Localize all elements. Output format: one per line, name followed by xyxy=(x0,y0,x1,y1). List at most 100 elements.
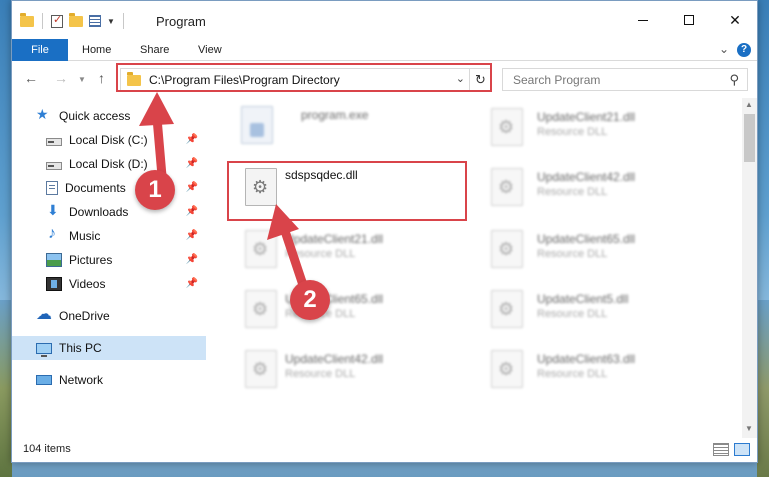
sidebar-item-downloads[interactable]: Downloads 📌 xyxy=(12,200,206,224)
sidebar-item-quick-access[interactable]: Quick access xyxy=(12,104,206,128)
file-item[interactable]: ⚙ UpdateClient21.dll Resource DLL xyxy=(485,102,715,158)
file-item[interactable]: ⚙ UpdateClient65.dll Resource DLL xyxy=(239,284,469,340)
help-icon[interactable]: ? xyxy=(737,43,751,57)
pin-icon[interactable]: 📌 xyxy=(186,278,198,289)
search-icon[interactable]: ⚲ xyxy=(729,72,739,88)
tab-home[interactable]: Home xyxy=(82,39,111,61)
scroll-up-arrow-icon[interactable]: ▲ xyxy=(745,100,753,109)
title-divider xyxy=(122,13,124,29)
sidebar-item-this-pc[interactable]: This PC xyxy=(12,336,206,360)
pin-icon[interactable]: 📌 xyxy=(186,206,198,217)
sidebar-item-documents[interactable]: Documents 📌 xyxy=(12,176,206,200)
sidebar-item-label: Local Disk (D:) xyxy=(69,157,148,171)
executable-icon xyxy=(241,106,273,144)
sidebar-item-label: This PC xyxy=(59,341,102,355)
file-type: Resource DLL xyxy=(537,248,608,260)
file-list: program.exe ⚙ sdspsqdec.dll ⚙ UpdateClie… xyxy=(207,98,742,438)
close-icon: ✕ xyxy=(729,11,741,28)
up-arrow-icon[interactable]: ↑ xyxy=(98,70,105,86)
dll-file-icon: ⚙ xyxy=(245,230,277,268)
recent-locations-chevron-icon[interactable]: ▼ xyxy=(78,75,86,84)
search-box[interactable]: Search Program ⚲ xyxy=(502,68,748,91)
sidebar-item-local-disk-d[interactable]: Local Disk (D:) 📌 xyxy=(12,152,206,176)
item-count: 104 items xyxy=(23,443,71,455)
gear-icon: ⚙ xyxy=(498,359,515,379)
minimize-button[interactable] xyxy=(620,1,666,39)
videos-icon xyxy=(46,277,62,291)
file-name: program.exe xyxy=(301,108,369,122)
toolbar-divider xyxy=(42,13,43,29)
sidebar-item-label: Pictures xyxy=(69,253,113,267)
customize-toolbar-chevron-icon[interactable]: ▼ xyxy=(107,17,115,26)
sidebar-item-videos[interactable]: Videos 📌 xyxy=(12,272,206,296)
file-name: UpdateClient21.dll xyxy=(537,110,636,124)
forward-arrow-icon[interactable]: → xyxy=(54,70,68,86)
file-item[interactable]: ⚙ UpdateClient65.dll Resource DLL xyxy=(485,224,715,280)
file-name: UpdateClient63.dll xyxy=(537,352,636,366)
sidebar-item-label: Music xyxy=(69,229,101,243)
file-item[interactable]: ⚙ UpdateClient42.dll Resource DLL xyxy=(239,344,469,400)
sidebar-item-music[interactable]: Music 📌 xyxy=(12,224,206,248)
maximize-button[interactable] xyxy=(666,1,712,39)
gear-icon: ⚙ xyxy=(252,239,269,259)
search-input[interactable]: Search Program xyxy=(513,73,600,87)
sidebar-item-onedrive[interactable]: OneDrive xyxy=(12,304,206,328)
gear-icon: ⚙ xyxy=(252,359,269,379)
expand-ribbon-chevron-icon[interactable]: ⌄ xyxy=(719,42,729,56)
dll-file-icon: ⚙ xyxy=(491,230,523,268)
details-view-icon[interactable] xyxy=(713,443,729,456)
new-folder-icon[interactable] xyxy=(69,12,83,27)
minimize-icon xyxy=(638,19,648,21)
scroll-thumb[interactable] xyxy=(744,114,755,162)
file-type: Resource DLL xyxy=(285,248,356,260)
close-button[interactable]: ✕ xyxy=(712,1,758,39)
properties-icon[interactable] xyxy=(89,15,101,27)
dll-file-icon: ⚙ xyxy=(491,350,523,388)
sidebar-item-local-disk-c[interactable]: Local Disk (C:) 📌 xyxy=(12,128,206,152)
desktop-wallpaper-right xyxy=(757,300,769,477)
pin-icon[interactable]: 📌 xyxy=(186,254,198,265)
gear-icon: ⚙ xyxy=(498,117,515,137)
file-item[interactable]: program.exe xyxy=(235,100,465,156)
file-type: Resource DLL xyxy=(537,308,608,320)
quick-access-toolbar: ▼ xyxy=(20,12,126,29)
onedrive-icon xyxy=(36,304,52,324)
tab-share[interactable]: Share xyxy=(140,39,169,61)
file-item[interactable]: ⚙ UpdateClient42.dll Resource DLL xyxy=(485,162,715,218)
title-bar: ▼ Program ✕ xyxy=(12,1,757,39)
file-type: Resource DLL xyxy=(537,126,608,138)
properties-check-icon[interactable] xyxy=(51,13,63,28)
network-icon xyxy=(36,375,52,385)
maximize-icon xyxy=(684,15,694,25)
sidebar-item-pictures[interactable]: Pictures 📌 xyxy=(12,248,206,272)
sidebar-item-network[interactable]: Network xyxy=(12,368,206,392)
sidebar-item-label: Downloads xyxy=(69,205,129,219)
dll-file-icon: ⚙ xyxy=(245,290,277,328)
ribbon-tabs: File Home Share View ⌄ ? xyxy=(12,39,757,61)
navigation-pane: Quick access Local Disk (C:) 📌 Local Dis… xyxy=(12,98,206,438)
tab-view[interactable]: View xyxy=(198,39,222,61)
pin-icon[interactable]: 📌 xyxy=(186,134,198,145)
pin-icon[interactable]: 📌 xyxy=(186,158,198,169)
callout-badge-2: 2 xyxy=(290,280,330,320)
dll-file-icon: ⚙ xyxy=(491,290,523,328)
file-item[interactable]: ⚙ UpdateClient63.dll Resource DLL xyxy=(485,344,715,400)
back-arrow-icon[interactable]: ← xyxy=(24,70,38,86)
sidebar-item-label: OneDrive xyxy=(59,309,110,323)
sidebar-item-label: Videos xyxy=(69,277,106,291)
file-item[interactable]: ⚙ UpdateClient21.dll Resource DLL xyxy=(239,224,469,280)
pin-icon[interactable]: 📌 xyxy=(186,230,198,241)
file-item[interactable]: ⚙ UpdateClient5.dll Resource DLL xyxy=(485,284,715,340)
large-icons-view-icon[interactable] xyxy=(734,443,750,456)
pin-icon[interactable]: 📌 xyxy=(186,182,198,193)
sidebar-item-label: Local Disk (C:) xyxy=(69,133,148,147)
dll-file-icon: ⚙ xyxy=(491,168,523,206)
tab-file[interactable]: File xyxy=(12,39,68,61)
file-name: UpdateClient21.dll xyxy=(285,232,384,246)
gear-icon: ⚙ xyxy=(252,299,269,319)
scroll-down-arrow-icon[interactable]: ▼ xyxy=(745,424,753,433)
gear-icon: ⚙ xyxy=(498,177,515,197)
vertical-scrollbar[interactable]: ▲ ▼ xyxy=(742,98,757,438)
file-name: UpdateClient42.dll xyxy=(537,170,636,184)
folder-icon xyxy=(20,12,34,27)
